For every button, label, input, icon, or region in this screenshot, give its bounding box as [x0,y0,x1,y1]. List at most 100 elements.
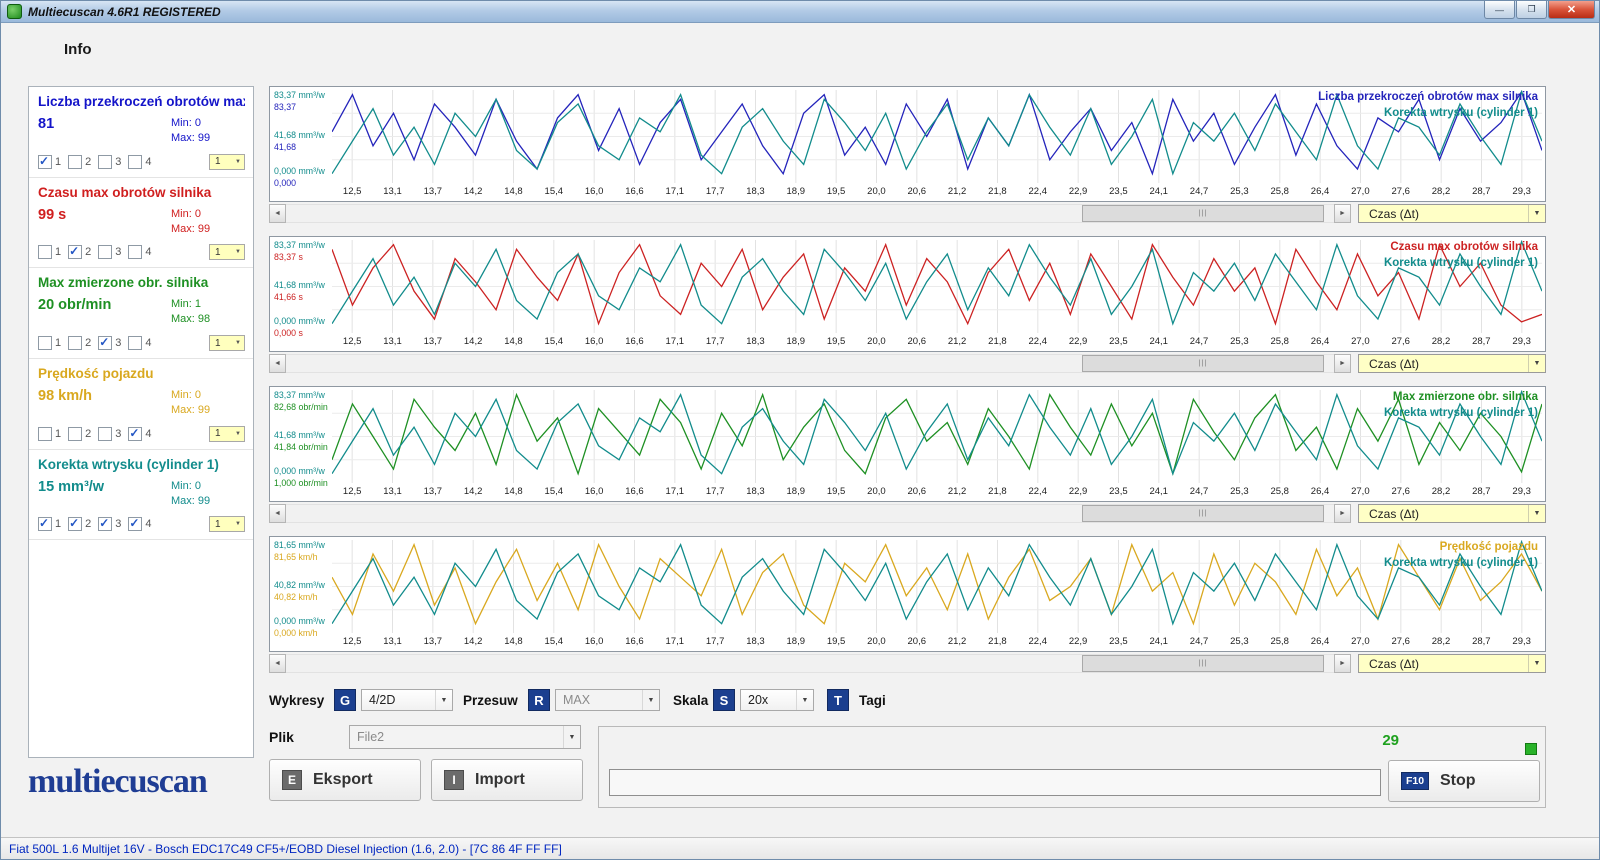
param-value: 98 km/h [38,388,171,404]
x-tick-label: 17,1 [655,486,695,501]
chart-plot[interactable] [332,540,1542,633]
x-tick-label: 16,0 [574,186,614,201]
import-button[interactable]: I Import [431,759,583,801]
y-axis-label-secondary: 41,68 mm³/w [274,430,331,442]
channel-checkbox-label: 4 [145,428,151,440]
channel-checkbox-2[interactable] [68,517,82,531]
time-axis-combo-value: Czas (Δt) [1369,357,1419,371]
time-axis-combo[interactable]: Czas (Δt)▼ [1358,354,1546,373]
scroll-right-button[interactable]: ► [1334,504,1351,523]
channel-checkbox-3[interactable] [98,517,112,531]
x-tick-label: 17,1 [655,186,695,201]
chart-scrollbar[interactable]: ||| [286,204,1334,223]
channel-checkbox-4[interactable] [128,155,142,169]
scroll-left-button[interactable]: ◄ [269,204,286,223]
channel-checkbox-1[interactable] [38,155,52,169]
chart-scrollbar[interactable]: ||| [286,354,1334,373]
x-tick-label: 18,9 [776,486,816,501]
x-tick-label: 14,8 [493,186,533,201]
channel-checkbox-3[interactable] [98,245,112,259]
maximize-button[interactable]: ❐ [1516,1,1547,19]
skala-combo[interactable]: 20x ▼ [740,689,814,711]
chart-plot[interactable] [332,390,1542,483]
x-axis-labels: 12,513,113,714,214,815,416,016,617,117,7… [332,336,1542,351]
x-tick-label: 17,7 [695,636,735,651]
channel-checkbox-label: 2 [85,337,91,349]
channel-checkbox-4[interactable] [128,517,142,531]
time-axis-combo-value: Czas (Δt) [1369,657,1419,671]
scrollbar-thumb[interactable]: ||| [1082,655,1323,672]
hotkey-g-badge[interactable]: G [334,689,356,711]
scroll-left-button[interactable]: ◄ [269,504,286,523]
przesuw-label: Przesuw [463,693,518,708]
x-tick-label: 15,4 [534,186,574,201]
channel-checkbox-2[interactable] [68,245,82,259]
channel-checkbox-label: 1 [55,156,61,168]
tab-info[interactable]: Info [64,41,92,58]
scroll-right-button[interactable]: ► [1334,354,1351,373]
scrollbar-thumb[interactable]: ||| [1082,355,1323,372]
param-min: Min: 1 [171,297,245,312]
x-tick-label: 28,2 [1421,186,1461,201]
close-button[interactable]: ✕ [1548,1,1595,19]
scroll-right-button[interactable]: ► [1334,204,1351,223]
x-tick-label: 25,3 [1219,336,1259,351]
import-button-label: Import [475,771,525,789]
param-scale-combo[interactable]: 1▼ [209,335,245,351]
y-axis-label-secondary: 40,82 mm³/w [274,580,331,592]
channel-checkbox-3[interactable] [98,155,112,169]
scroll-right-button[interactable]: ► [1334,654,1351,673]
param-scale-combo[interactable]: 1▼ [209,426,245,442]
channel-checkbox-4[interactable] [128,427,142,441]
channel-checkbox-1[interactable] [38,336,52,350]
scrollbar-thumb[interactable]: ||| [1082,505,1323,522]
titlebar[interactable]: Multiecuscan 4.6R1 REGISTERED — ❐ ✕ [1,1,1599,23]
chart-scrollbar[interactable]: ||| [286,504,1334,523]
channel-checkbox-2[interactable] [68,336,82,350]
wykresy-combo[interactable]: 4/2D ▼ [361,689,453,711]
param-scale-combo[interactable]: 1▼ [209,154,245,170]
x-tick-label: 13,7 [413,336,453,351]
x-tick-label: 18,3 [735,486,775,501]
stop-button[interactable]: F10 Stop [1388,760,1540,802]
channel-checkbox-2[interactable] [68,155,82,169]
chart-scroll-row: ◄ ||| ► Czas (Δt)▼ [269,204,1546,223]
channel-checkbox-3[interactable] [98,427,112,441]
chart-plot[interactable] [332,240,1542,333]
scroll-left-button[interactable]: ◄ [269,654,286,673]
channel-checkbox-1[interactable] [38,245,52,259]
hotkey-r-badge[interactable]: R [528,689,550,711]
time-axis-combo[interactable]: Czas (Δt)▼ [1358,204,1546,223]
param-scale-combo[interactable]: 1▼ [209,244,245,260]
hotkey-s-badge[interactable]: S [713,689,735,711]
x-tick-label: 16,6 [614,336,654,351]
y-axis-label-group: 41,68 mm³/w41,68 [274,130,331,154]
channel-checkbox-4[interactable] [128,336,142,350]
time-axis-combo[interactable]: Czas (Δt)▼ [1358,504,1546,523]
x-tick-label: 27,0 [1340,186,1380,201]
x-tick-label: 25,8 [1260,186,1300,201]
channel-checkbox-4[interactable] [128,245,142,259]
scrollbar-thumb[interactable]: ||| [1082,205,1323,222]
time-axis-combo[interactable]: Czas (Δt)▼ [1358,654,1546,673]
param-title: Czasu max obrotów silnika [38,185,245,200]
channel-checkbox-label: 3 [115,428,121,440]
param-scale-combo[interactable]: 1▼ [209,516,245,532]
param-value: 81 [38,116,171,132]
app-icon [7,4,22,19]
chevron-down-icon: ▼ [235,431,244,437]
hotkey-t-badge[interactable]: T [827,689,849,711]
minimize-button[interactable]: — [1484,1,1515,19]
param-value: 99 s [38,207,171,223]
przesuw-combo[interactable]: MAX ▼ [555,689,660,711]
x-tick-label: 13,1 [372,336,412,351]
channel-checkbox-1[interactable] [38,427,52,441]
channel-checkbox-2[interactable] [68,427,82,441]
channel-checkbox-3[interactable] [98,336,112,350]
eksport-button[interactable]: E Eksport [269,759,421,801]
channel-checkbox-1[interactable] [38,517,52,531]
scroll-left-button[interactable]: ◄ [269,354,286,373]
chart-scrollbar[interactable]: ||| [286,654,1334,673]
hotkey-e-badge: E [282,770,302,790]
file-combo[interactable]: File2 ▼ [349,725,581,749]
